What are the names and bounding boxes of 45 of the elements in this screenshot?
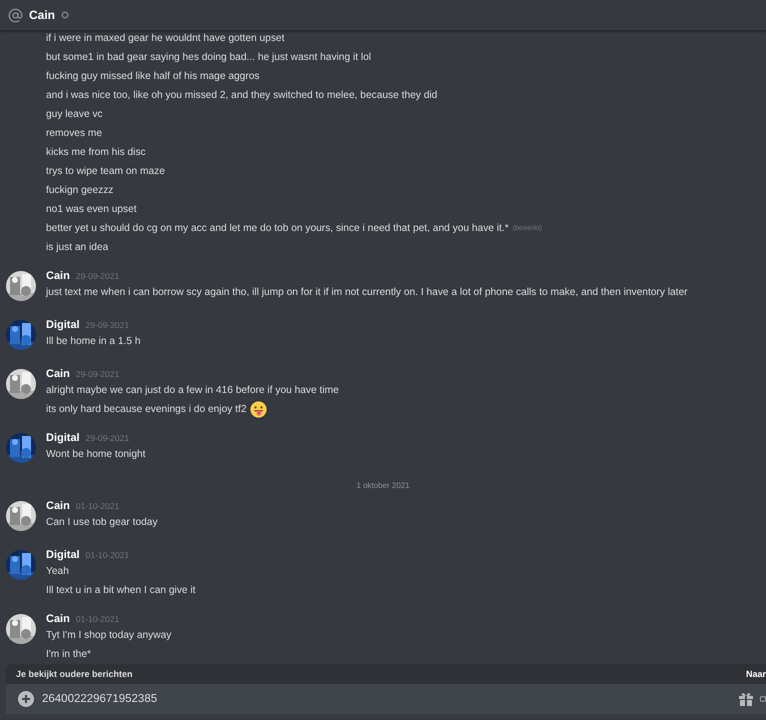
author-name[interactable]: Digital <box>46 432 80 444</box>
message-text: Wont be home tonight <box>46 449 146 460</box>
author-name[interactable]: Digital <box>46 319 80 331</box>
gift-icon[interactable] <box>738 691 754 707</box>
message-text: fucking guy missed like half of his mage aggros <box>46 71 260 82</box>
message-text: kicks me from his disc <box>46 147 146 158</box>
older-messages-label: Je bekijkt oudere berichten <box>16 669 133 679</box>
channel-title: Cain <box>29 8 56 22</box>
message-timestamp: 01-10-2021 <box>76 614 120 624</box>
message-text: Yeah <box>46 566 69 577</box>
add-icon[interactable] <box>18 691 34 707</box>
message-text: no1 was even upset <box>46 204 137 215</box>
message-text: alright maybe we can just do a few in 416 before if you have time <box>46 385 339 396</box>
message-text: fuckign geezzz <box>46 185 114 196</box>
date-divider: 1 oktober 2021 <box>356 480 410 490</box>
message-text: trys to wipe team on maze <box>46 166 165 177</box>
message-text: its only hard because evenings i do enjoy tf2 <box>46 404 246 415</box>
message-timestamp: 29-09-2021 <box>86 433 130 443</box>
message-timestamp: 29-09-2021 <box>86 320 130 330</box>
author-name[interactable]: Digital <box>46 549 80 561</box>
jump-link[interactable]: Naar <box>746 669 766 679</box>
message-text: better yet u should do cg on my acc and let me do tob on yours, since i need that pet, and you have it.* <box>46 223 509 234</box>
message-input[interactable]: 264002229671952385 <box>40 692 732 706</box>
message-text: Tyt I'm I shop today anyway <box>46 630 172 641</box>
message-text: Can I use tob gear today <box>46 517 158 528</box>
message-timestamp: 29-09-2021 <box>76 271 120 281</box>
message-timestamp: 29-09-2021 <box>76 369 120 379</box>
message-timestamp: 01-10-2021 <box>76 501 120 511</box>
message-text: but some1 in bad gear saying hes doing bad... he just wasnt having it lol <box>46 52 372 63</box>
message-text: and i was nice too, like oh you missed 2, and they switched to melee, because they did <box>46 90 438 101</box>
author-name[interactable]: Cain <box>46 368 70 380</box>
message-text: guy leave vc <box>46 109 103 120</box>
message-text: is just an idea <box>46 242 108 253</box>
message-text: Ill be home in a 1.5 h <box>46 336 141 347</box>
author-name[interactable]: Cain <box>46 613 70 625</box>
message-text: if i were in maxed gear he wouldnt have gotten upset <box>46 33 284 44</box>
author-name[interactable]: Cain <box>46 270 70 282</box>
message-text: removes me <box>46 128 102 139</box>
message-timestamp: 01-10-2021 <box>86 550 130 560</box>
message-text: Ill text u in a bit when I can give it <box>46 585 196 596</box>
message-field[interactable]: 264002229671952385 <box>6 684 766 714</box>
author-name[interactable]: Cain <box>46 500 70 512</box>
at-sign-icon <box>8 8 23 22</box>
message-text: I'm in the* <box>46 649 91 660</box>
message-text: just text me when i can borrow scy again tho, ill jump on for it if im not currently on. I have a lot of phone calls to make, and then inventory later <box>46 287 688 298</box>
